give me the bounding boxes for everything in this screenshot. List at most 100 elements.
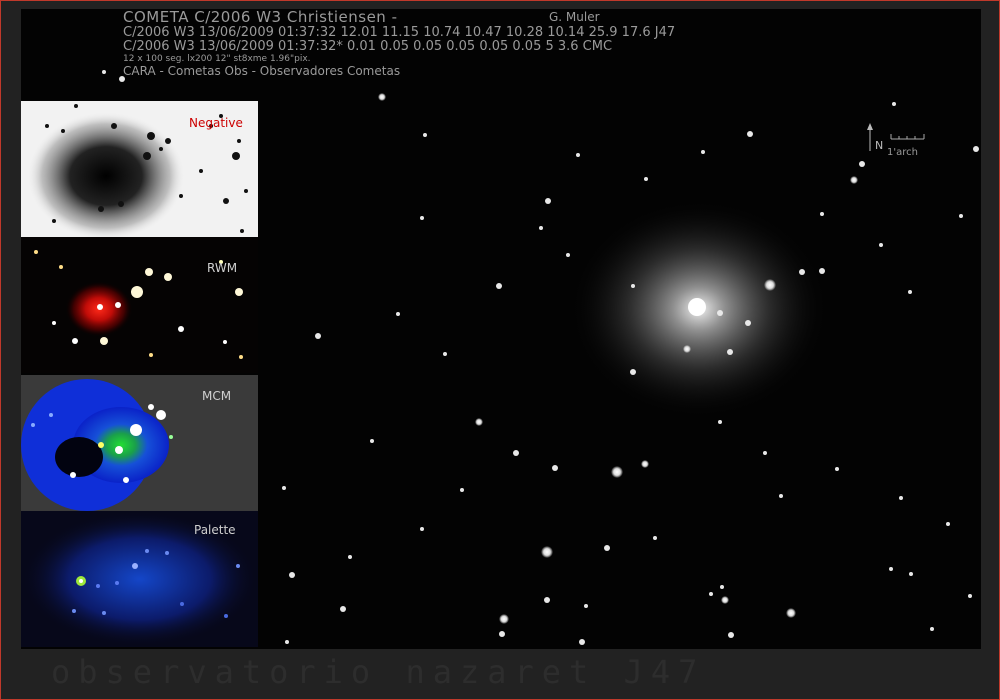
star [889,567,893,571]
star [100,337,108,345]
star [102,611,106,615]
star [145,268,153,276]
star [460,488,464,492]
star [544,597,550,603]
observatory-watermark: observatorio nazaret J47 [51,653,706,691]
star [223,340,227,344]
star [236,564,240,568]
star [745,320,751,326]
star [892,102,896,106]
star [145,549,149,553]
star [630,369,636,375]
star [340,606,346,612]
star [169,435,173,439]
star [164,273,172,281]
star [348,555,352,559]
star [631,284,635,288]
star [899,496,903,500]
star [908,290,912,294]
star [644,177,648,181]
star [235,288,243,296]
star [159,147,163,151]
photometry-line-j47: C/2006 W3 13/06/2009 01:37:32 12.01 11.1… [123,25,676,40]
star [443,352,447,356]
star [968,594,972,598]
photometry-line-cmc: C/2006 W3 13/06/2009 01:37:32* 0.01 0.05… [123,39,613,54]
star [115,446,123,454]
star [147,132,155,140]
star [237,139,241,143]
mcm-label: MCM [202,389,232,403]
star [718,420,722,424]
star [499,631,505,637]
negative-label: Negative [189,116,243,130]
star [59,265,63,269]
star [835,467,839,471]
mcm-panel: MCM [21,375,258,511]
star [115,302,121,308]
star [859,161,865,167]
star [396,312,400,316]
star [420,216,424,220]
star [165,138,171,144]
star [74,104,78,108]
star [223,198,229,204]
star [611,466,623,478]
star [930,627,934,631]
star [232,152,240,160]
star [31,423,35,427]
rwm-panel: RWM [21,237,258,373]
star [61,129,65,133]
image-frame: COMETA C/2006 W3 Christiensen - G. Muler… [0,0,1000,700]
star [240,229,244,233]
star [728,632,734,638]
exposure-details: 12 x 100 seg. lx200 12" st8xme 1.96"pix. [123,54,311,64]
star [244,189,248,193]
palette-panel: Palette [21,511,258,647]
star [131,286,143,298]
star [97,304,103,310]
star [130,424,142,436]
star [118,201,124,207]
star [539,226,543,230]
star [709,592,713,596]
star [156,410,166,420]
star [98,206,104,212]
star [180,602,184,606]
star [579,639,585,645]
star [496,283,502,289]
comet-nucleus [688,298,706,316]
star [199,169,203,173]
star [566,253,570,257]
star [282,486,286,490]
star [763,451,767,455]
star [786,608,796,618]
star [132,563,138,569]
star [96,584,100,588]
star [378,93,386,101]
star [820,212,824,216]
star [764,279,776,291]
star [165,551,169,555]
star [224,614,228,618]
star [115,581,119,585]
star [499,614,509,624]
star [701,150,705,154]
star [604,545,610,551]
star [315,333,321,339]
star [850,176,858,184]
star [909,572,913,576]
star [576,153,580,157]
star [720,585,724,589]
star [799,269,805,275]
star [641,460,649,468]
star [102,70,106,74]
star [178,326,184,332]
star [721,596,729,604]
star [239,355,243,359]
star [423,133,427,137]
negative-panel: Negative [21,101,258,237]
star [70,472,76,478]
star [879,243,883,247]
palette-label: Palette [194,523,236,537]
